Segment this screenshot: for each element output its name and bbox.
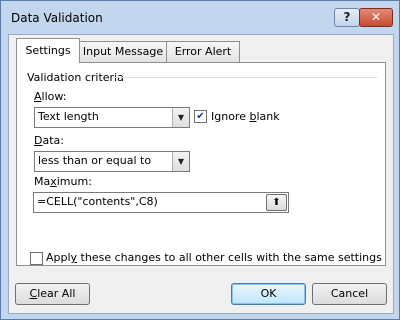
dialog-title: Data Validation [11, 11, 103, 25]
tab-error-alert[interactable]: Error Alert [166, 41, 240, 62]
dialog-body: Settings Input Message Error Alert Valid… [8, 34, 394, 314]
section-divider [113, 77, 377, 78]
apply-all-checkbox[interactable] [30, 252, 43, 265]
data-dropdown[interactable]: less than or equal to ▼ [34, 151, 190, 172]
chevron-down-icon[interactable]: ▼ [172, 108, 189, 127]
tab-input-message[interactable]: Input Message [78, 41, 168, 62]
settings-panel: Validation criteria Allow: Text length ▼… [16, 62, 386, 266]
maximum-input[interactable]: =CELL("contents",C8) ⬆ [33, 192, 289, 213]
chevron-down-icon[interactable]: ▼ [172, 152, 189, 171]
range-selector-icon: ⬆ [272, 197, 281, 208]
allow-value: Text length [38, 110, 99, 123]
maximum-label: Maximum: [34, 175, 92, 188]
ok-button[interactable]: OK [231, 283, 306, 305]
data-value: less than or equal to [38, 154, 152, 167]
title-bar[interactable]: Data Validation ? ✕ [1, 1, 399, 35]
maximum-value: =CELL("contents",C8) [37, 195, 158, 208]
checkmark-icon: ✔ [196, 111, 205, 122]
ignore-blank-label[interactable]: Ignore blank [211, 110, 280, 123]
collapse-dialog-button[interactable]: ⬆ [266, 194, 287, 211]
tab-settings[interactable]: Settings [16, 38, 80, 63]
help-button[interactable]: ? [334, 8, 360, 27]
allow-label: Allow: [34, 90, 67, 103]
allow-dropdown[interactable]: Text length ▼ [34, 107, 190, 128]
cancel-button[interactable]: Cancel [312, 283, 387, 305]
data-label: Data: [34, 134, 64, 147]
apply-all-label[interactable]: Apply these changes to all other cells w… [46, 251, 382, 264]
clear-all-button[interactable]: Clear All [15, 283, 90, 305]
ignore-blank-checkbox[interactable]: ✔ [194, 110, 207, 123]
validation-criteria-heading: Validation criteria [27, 71, 124, 84]
close-button[interactable]: ✕ [359, 8, 393, 27]
data-validation-dialog: Data Validation ? ✕ Settings Input Messa… [0, 0, 400, 320]
